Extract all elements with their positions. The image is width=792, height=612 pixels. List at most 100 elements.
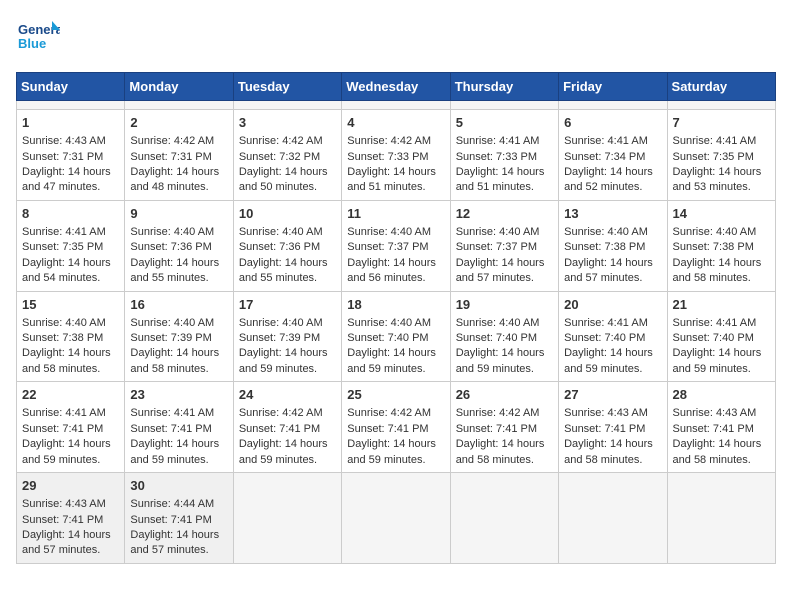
day-number: 18 [347,296,444,314]
svg-text:Blue: Blue [18,36,46,51]
calendar-cell [342,101,450,110]
day-info: and 59 minutes. [239,453,336,468]
day-info: and 58 minutes. [564,453,661,468]
day-info: Daylight: 14 hours [347,437,444,452]
day-info: and 51 minutes. [456,180,553,195]
day-info: Sunset: 7:36 PM [130,240,227,255]
day-info: and 58 minutes. [673,271,770,286]
day-info: Daylight: 14 hours [239,256,336,271]
day-number: 17 [239,296,336,314]
day-info: Daylight: 14 hours [673,256,770,271]
calendar-cell: 18Sunrise: 4:40 AMSunset: 7:40 PMDayligh… [342,291,450,382]
day-info: and 59 minutes. [456,362,553,377]
day-info: Daylight: 14 hours [22,528,119,543]
day-number: 4 [347,114,444,132]
calendar-cell: 28Sunrise: 4:43 AMSunset: 7:41 PMDayligh… [667,382,775,473]
day-number: 29 [22,477,119,495]
day-info: Sunrise: 4:41 AM [564,134,661,149]
day-info: and 59 minutes. [347,453,444,468]
day-number: 26 [456,386,553,404]
col-header-saturday: Saturday [667,73,775,101]
calendar-cell: 8Sunrise: 4:41 AMSunset: 7:35 PMDaylight… [17,200,125,291]
day-info: Daylight: 14 hours [239,437,336,452]
day-info: Sunrise: 4:40 AM [673,225,770,240]
calendar-cell: 11Sunrise: 4:40 AMSunset: 7:37 PMDayligh… [342,200,450,291]
day-info: Sunset: 7:31 PM [22,150,119,165]
day-info: Sunrise: 4:41 AM [673,316,770,331]
calendar-cell: 4Sunrise: 4:42 AMSunset: 7:33 PMDaylight… [342,110,450,201]
day-info: Sunrise: 4:40 AM [22,316,119,331]
day-info: Sunrise: 4:40 AM [239,225,336,240]
day-info: and 58 minutes. [130,362,227,377]
day-number: 1 [22,114,119,132]
page-header: General Blue [16,16,776,60]
calendar-cell [667,101,775,110]
day-info: Sunrise: 4:42 AM [239,134,336,149]
calendar-cell: 10Sunrise: 4:40 AMSunset: 7:36 PMDayligh… [233,200,341,291]
day-info: Sunrise: 4:42 AM [456,406,553,421]
day-info: Daylight: 14 hours [130,437,227,452]
day-info: Sunset: 7:36 PM [239,240,336,255]
day-info: Sunrise: 4:41 AM [564,316,661,331]
calendar-cell: 14Sunrise: 4:40 AMSunset: 7:38 PMDayligh… [667,200,775,291]
day-info: Sunset: 7:35 PM [673,150,770,165]
day-info: Daylight: 14 hours [347,346,444,361]
day-number: 11 [347,205,444,223]
calendar-cell: 12Sunrise: 4:40 AMSunset: 7:37 PMDayligh… [450,200,558,291]
calendar-cell: 24Sunrise: 4:42 AMSunset: 7:41 PMDayligh… [233,382,341,473]
day-info: and 50 minutes. [239,180,336,195]
day-info: Sunset: 7:41 PM [130,513,227,528]
day-number: 3 [239,114,336,132]
day-info: Daylight: 14 hours [130,346,227,361]
day-number: 21 [673,296,770,314]
calendar-cell: 22Sunrise: 4:41 AMSunset: 7:41 PMDayligh… [17,382,125,473]
day-number: 25 [347,386,444,404]
day-info: Sunset: 7:37 PM [347,240,444,255]
day-info: and 54 minutes. [22,271,119,286]
day-info: and 59 minutes. [673,362,770,377]
day-number: 22 [22,386,119,404]
day-info: and 55 minutes. [239,271,336,286]
day-number: 24 [239,386,336,404]
calendar-cell: 3Sunrise: 4:42 AMSunset: 7:32 PMDaylight… [233,110,341,201]
calendar-cell: 9Sunrise: 4:40 AMSunset: 7:36 PMDaylight… [125,200,233,291]
day-number: 8 [22,205,119,223]
day-number: 16 [130,296,227,314]
day-info: Daylight: 14 hours [22,165,119,180]
calendar-cell [667,473,775,564]
day-info: Sunset: 7:41 PM [347,422,444,437]
day-info: and 52 minutes. [564,180,661,195]
day-number: 12 [456,205,553,223]
day-info: and 56 minutes. [347,271,444,286]
calendar-cell [559,473,667,564]
day-info: Sunrise: 4:40 AM [347,316,444,331]
day-info: and 59 minutes. [564,362,661,377]
day-info: and 47 minutes. [22,180,119,195]
day-info: Daylight: 14 hours [564,165,661,180]
day-info: Sunrise: 4:40 AM [130,316,227,331]
calendar-cell: 30Sunrise: 4:44 AMSunset: 7:41 PMDayligh… [125,473,233,564]
day-info: Sunset: 7:41 PM [130,422,227,437]
day-info: and 59 minutes. [130,453,227,468]
calendar-cell: 19Sunrise: 4:40 AMSunset: 7:40 PMDayligh… [450,291,558,382]
day-info: Sunset: 7:41 PM [456,422,553,437]
day-info: and 59 minutes. [239,362,336,377]
day-info: Daylight: 14 hours [130,256,227,271]
day-info: Daylight: 14 hours [673,437,770,452]
day-info: Sunrise: 4:41 AM [673,134,770,149]
day-info: Sunset: 7:41 PM [564,422,661,437]
logo-svg: General Blue [16,16,60,60]
day-info: Sunrise: 4:42 AM [130,134,227,149]
calendar-cell: 21Sunrise: 4:41 AMSunset: 7:40 PMDayligh… [667,291,775,382]
day-info: and 58 minutes. [22,362,119,377]
day-info: Daylight: 14 hours [239,165,336,180]
day-info: and 59 minutes. [347,362,444,377]
calendar-cell: 5Sunrise: 4:41 AMSunset: 7:33 PMDaylight… [450,110,558,201]
day-number: 9 [130,205,227,223]
day-info: Sunset: 7:33 PM [456,150,553,165]
day-info: and 57 minutes. [456,271,553,286]
calendar-cell: 26Sunrise: 4:42 AMSunset: 7:41 PMDayligh… [450,382,558,473]
calendar-cell [233,101,341,110]
calendar-cell: 6Sunrise: 4:41 AMSunset: 7:34 PMDaylight… [559,110,667,201]
calendar-cell [450,473,558,564]
